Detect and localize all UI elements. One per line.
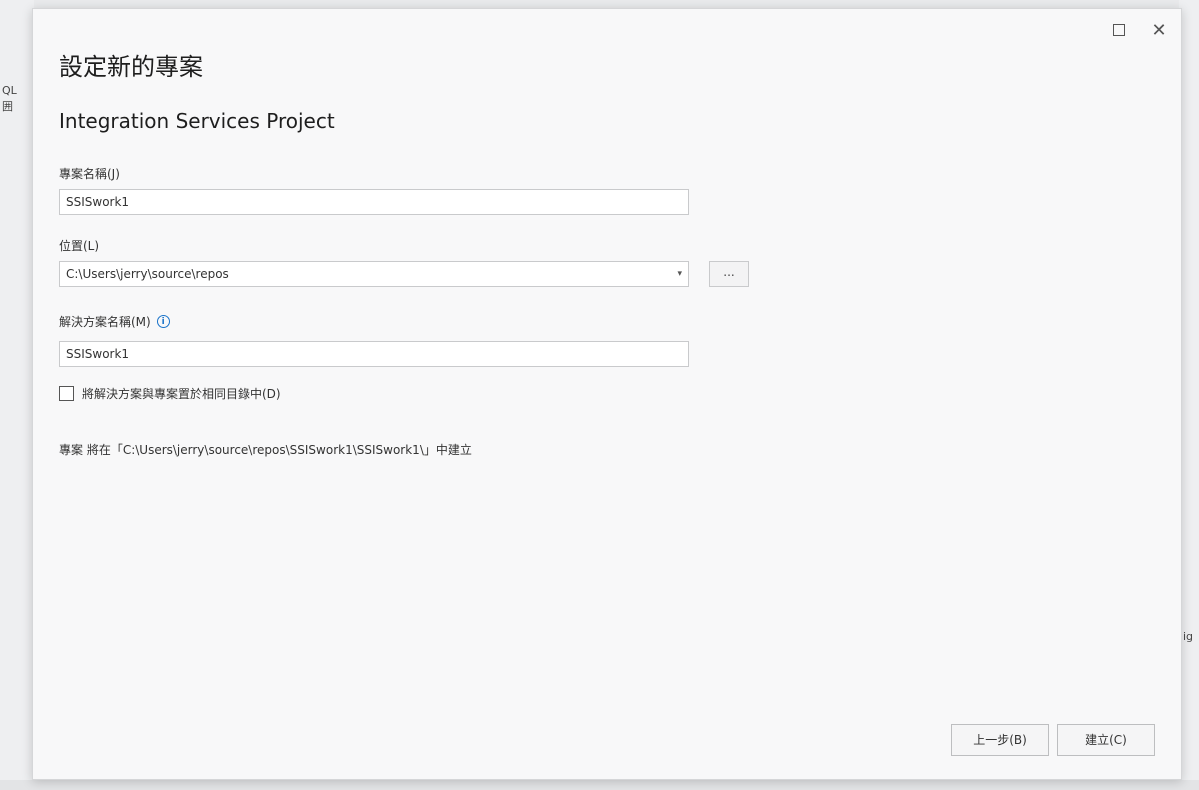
- background-window-bottom: [0, 780, 1199, 790]
- solution-name-label: 解決方案名稱(M) i: [59, 313, 170, 330]
- page-title: 設定新的專案: [59, 53, 203, 81]
- template-name: Integration Services Project: [59, 109, 335, 133]
- solution-name-input[interactable]: [59, 341, 689, 367]
- background-window-left: QL 囲: [0, 0, 34, 790]
- chevron-down-icon[interactable]: ▾: [677, 262, 682, 286]
- project-name-label-text: 專案名稱(J): [59, 167, 120, 181]
- back-button[interactable]: 上一步(B): [951, 724, 1049, 756]
- project-name-label: 專案名稱(J): [59, 165, 120, 182]
- browse-button[interactable]: ...: [709, 261, 749, 287]
- project-name-input[interactable]: [59, 189, 689, 215]
- location-value: C:\Users\jerry\source\repos: [66, 267, 229, 281]
- background-text-fragment: QL: [2, 84, 17, 97]
- info-icon[interactable]: i: [156, 315, 170, 328]
- create-button[interactable]: 建立(C): [1057, 724, 1155, 756]
- configure-project-dialog: ✕ 設定新的專案 Integration Services Project 專案…: [32, 8, 1182, 780]
- same-directory-label[interactable]: 將解決方案與專案置於相同目錄中(D): [82, 385, 281, 402]
- background-window-right: ig: [1179, 0, 1199, 790]
- maximize-button[interactable]: [1107, 19, 1131, 41]
- background-text-fragment: 囲: [2, 100, 13, 113]
- location-label: 位置(L): [59, 237, 99, 254]
- close-button[interactable]: ✕: [1147, 19, 1171, 41]
- maximize-icon: [1113, 24, 1125, 36]
- close-icon: ✕: [1151, 19, 1167, 41]
- same-directory-option[interactable]: 將解決方案與專案置於相同目錄中(D): [59, 385, 281, 402]
- project-path-note: 專案 將在「C:\Users\jerry\source\repos\SSISwo…: [59, 443, 472, 457]
- solution-name-label-text: 解決方案名稱(M): [59, 315, 151, 329]
- location-combobox[interactable]: C:\Users\jerry\source\repos ▾: [59, 261, 689, 287]
- background-text-fragment: ig: [1183, 630, 1194, 643]
- same-directory-checkbox[interactable]: [59, 386, 74, 401]
- location-label-text: 位置(L): [59, 239, 100, 253]
